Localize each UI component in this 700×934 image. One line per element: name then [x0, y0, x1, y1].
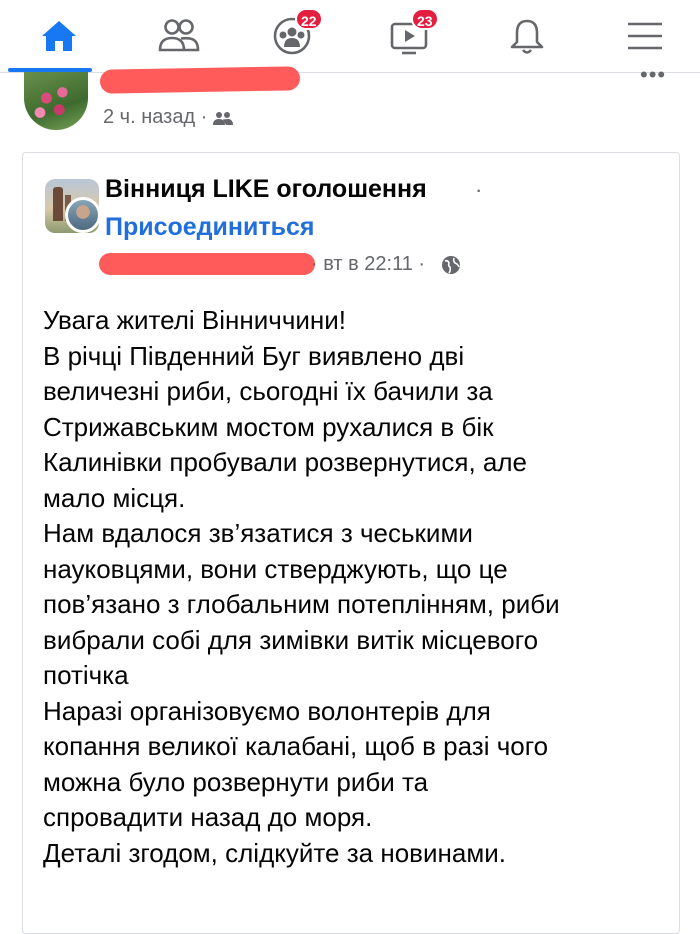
post-line: пов’язано з глобальним потеплінням, риби	[43, 589, 560, 619]
post-line: науковцями, вони стверджують, що це	[43, 553, 508, 584]
post-line: мало місця.	[43, 482, 186, 513]
nav-watch-tab[interactable]: 23	[371, 8, 441, 64]
post-line: Калинівки пробували розвернутися, але	[43, 447, 527, 477]
nav-groups-tab[interactable]: 22	[255, 8, 325, 64]
friends-audience-icon	[212, 111, 233, 125]
friends-icon	[158, 19, 200, 52]
nav-home-tab[interactable]	[22, 8, 92, 64]
nav-friends-tab[interactable]	[140, 8, 210, 64]
post-line: Деталі згодом, слідкуйте за новинами.	[43, 837, 506, 868]
more-dots-icon: •••	[640, 62, 667, 87]
home-icon	[42, 21, 76, 51]
post-line: можна було розвернути риби та	[43, 766, 429, 797]
post-line: величезні риби, сьогодні їх бачили за	[43, 376, 493, 406]
post-line: вибрали собі для зимівки витік місцевого	[43, 624, 539, 655]
group-avatar-tower	[53, 187, 63, 221]
redacted-author-name	[99, 66, 301, 94]
post-line: Нам вдалося зв’язатися з чеськими	[43, 518, 473, 548]
post-line: Стрижавським мостом рухалися в бік	[43, 411, 494, 442]
post-line: В річці Південний Буг виявлено дві	[43, 340, 465, 371]
top-navigation-bar: 22 23	[0, 0, 700, 73]
shared-post-timestamp[interactable]: · вт в 22:11 ·	[311, 253, 425, 276]
globe-icon	[442, 256, 460, 274]
nav-menu-tab[interactable]	[608, 8, 678, 64]
post-line: Наразі організовуємо волонтерів для	[43, 695, 491, 726]
poster-avatar[interactable]	[65, 197, 101, 233]
post-line: Увага жителі Вінниччини!	[43, 305, 347, 335]
post-time-text: 2 ч. назад ·	[103, 106, 213, 128]
join-group-link[interactable]: Присоединиться	[105, 213, 315, 242]
groups-badge: 22	[295, 8, 323, 30]
nav-notifications-tab[interactable]	[490, 8, 560, 64]
watch-badge: 23	[411, 8, 439, 30]
menu-icon	[628, 22, 662, 50]
more-options-button[interactable]: •••	[640, 64, 666, 86]
bell-icon	[510, 19, 544, 54]
post-line: потічка	[43, 660, 129, 690]
post-body-text: Увага жителі Вінниччини! В річці Південн…	[43, 303, 673, 871]
author-avatar[interactable]	[24, 72, 88, 130]
shared-post-card[interactable]: Вінниця LIKE оголошення · Присоединиться…	[22, 152, 680, 934]
group-name-link[interactable]: Вінниця LIKE оголошення	[105, 175, 427, 204]
post-line: спровадити назад до моря.	[43, 802, 373, 832]
post-timestamp[interactable]: 2 ч. назад ·	[103, 106, 233, 129]
group-separator: ·	[475, 177, 483, 202]
redacted-poster-name	[99, 253, 315, 275]
post-line: копання великої калабані, щоб в разі чог…	[43, 731, 549, 761]
